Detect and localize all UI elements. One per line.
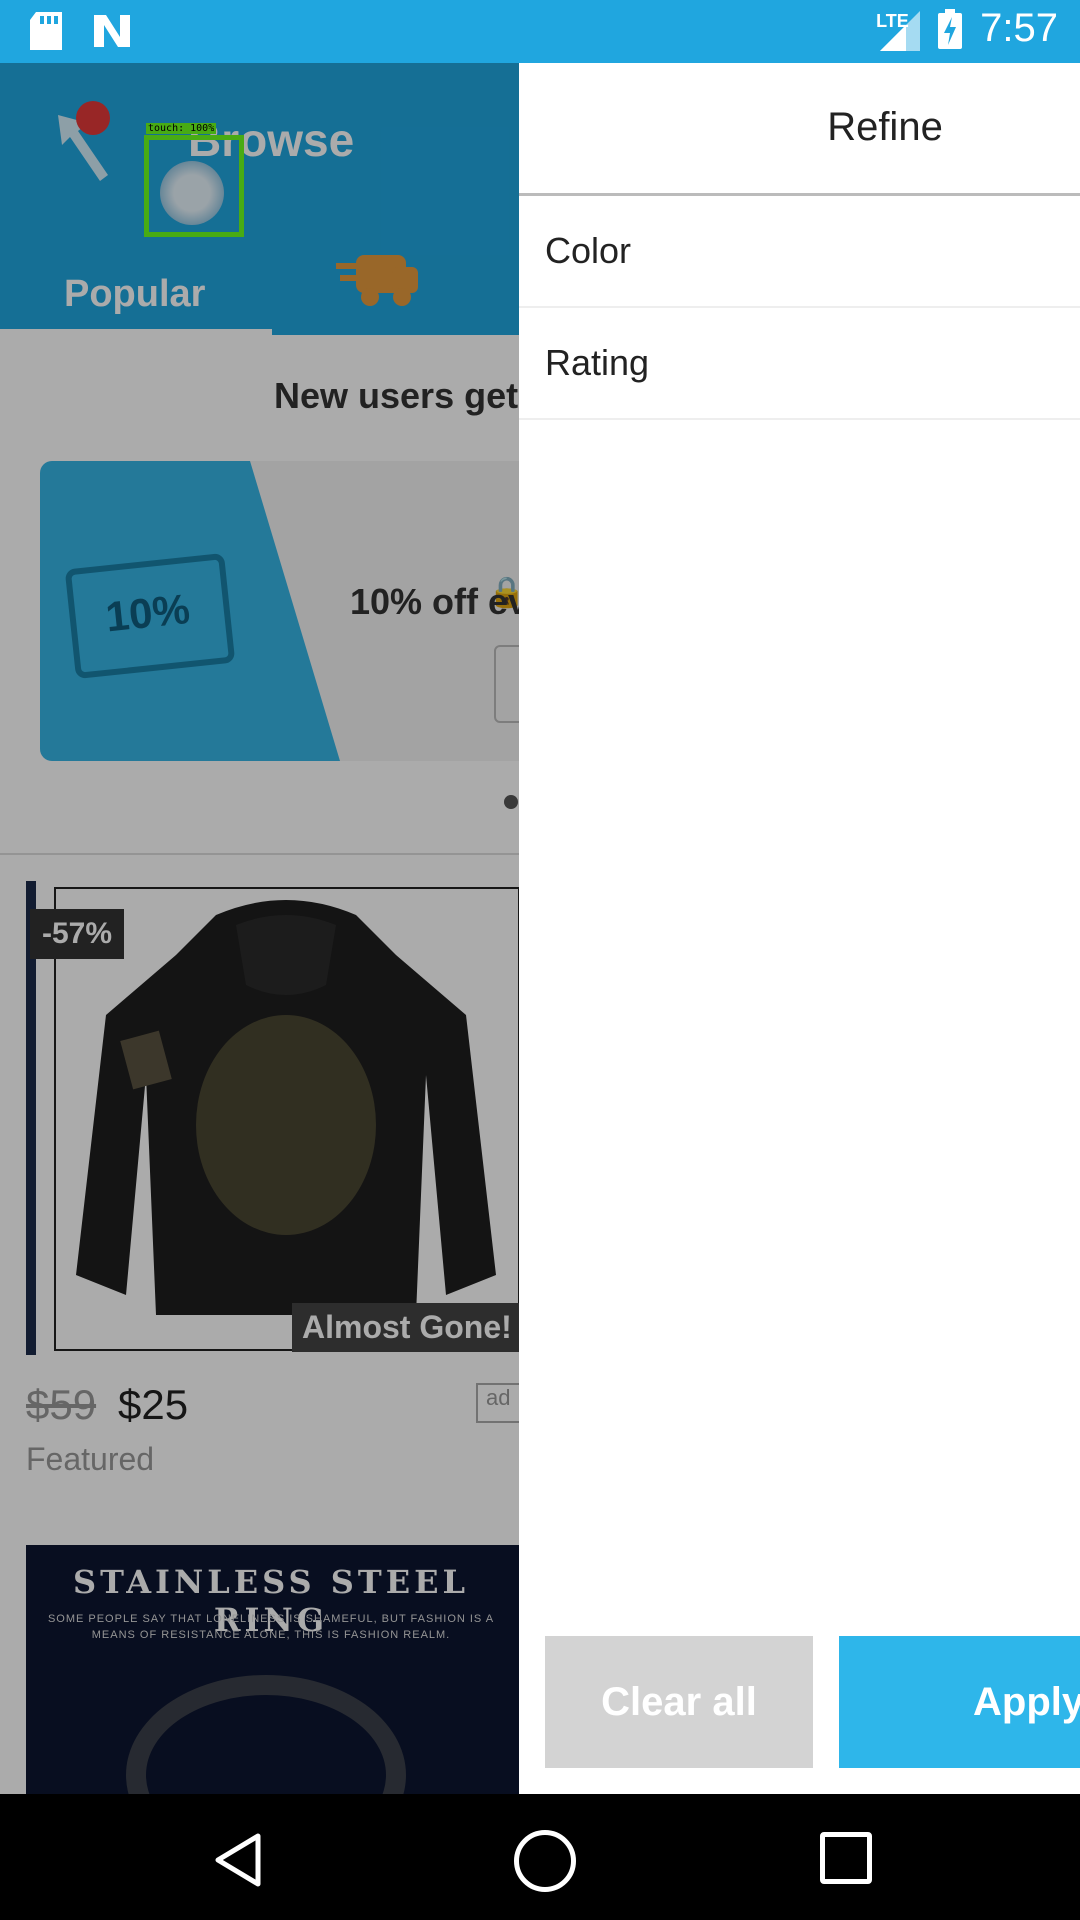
signal-icon: LTE — [876, 7, 921, 51]
nav-back-icon[interactable] — [210, 1830, 270, 1890]
status-bar: LTE 7:57 — [0, 0, 1080, 63]
refine-drawer: Refine Color Rating Clear all Apply — [519, 63, 1080, 1794]
filter-row-color[interactable]: Color — [519, 196, 1080, 308]
battery-charging-icon — [938, 8, 963, 49]
notification-n-icon — [94, 15, 130, 47]
drawer-title: Refine — [827, 105, 943, 149]
clear-all-button[interactable]: Clear all — [545, 1636, 813, 1768]
filter-label: Color — [545, 230, 632, 271]
drawer-scrim[interactable] — [0, 63, 520, 1794]
clock: 7:57 — [980, 6, 1058, 50]
apply-button[interactable]: Apply — [839, 1636, 1080, 1768]
filter-row-rating[interactable]: Rating — [519, 308, 1080, 420]
navigation-bar — [0, 1794, 1080, 1920]
nav-home-icon[interactable] — [514, 1830, 576, 1892]
sd-card-icon — [30, 12, 62, 50]
filter-label: Rating — [545, 342, 650, 383]
nav-recents-icon[interactable] — [820, 1832, 872, 1884]
